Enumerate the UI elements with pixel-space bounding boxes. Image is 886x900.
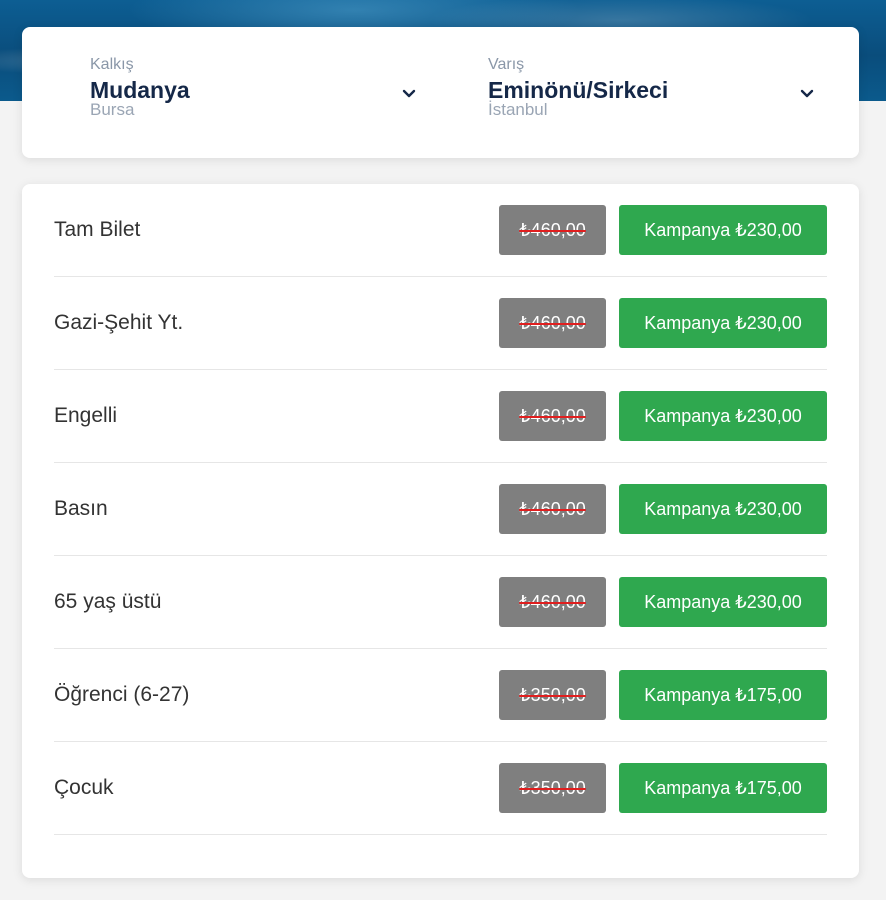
ticket-type-label: Öğrenci (6-27) <box>54 683 190 706</box>
ticket-type-label: 65 yaş üstü <box>54 590 162 613</box>
ticket-type-label: Tam Bilet <box>54 218 141 241</box>
old-price-badge: ₺460,00 <box>499 391 606 441</box>
campaign-price-button[interactable]: Kampanya ₺175,00 <box>619 763 827 813</box>
ticket-type-label: Basın <box>54 497 108 520</box>
old-price-badge: ₺460,00 <box>499 484 606 534</box>
ticket-row: Çocuk ₺350,00 Kampanya ₺175,00 <box>54 742 827 835</box>
old-price-badge: ₺350,00 <box>499 763 606 813</box>
old-price-badge: ₺350,00 <box>499 670 606 720</box>
arrival-label: Varış <box>488 56 525 73</box>
ticket-price-list: Tam Bilet ₺460,00 Kampanya ₺230,00 Gazi-… <box>22 184 859 878</box>
departure-select[interactable]: Kalkış Mudanya Bursa <box>90 55 420 135</box>
campaign-price-button[interactable]: Kampanya ₺230,00 <box>619 205 827 255</box>
ticket-type-label: Gazi-Şehit Yt. <box>54 311 184 334</box>
arrival-select[interactable]: Varış Eminönü/Sirkeci İstanbul <box>488 55 818 135</box>
ticket-row: 65 yaş üstü ₺460,00 Kampanya ₺230,00 <box>54 556 827 649</box>
ticket-row: Basın ₺460,00 Kampanya ₺230,00 <box>54 463 827 556</box>
old-price-badge: ₺460,00 <box>499 577 606 627</box>
chevron-down-icon[interactable] <box>402 89 416 99</box>
campaign-price-button[interactable]: Kampanya ₺230,00 <box>619 298 827 348</box>
ticket-row: Tam Bilet ₺460,00 Kampanya ₺230,00 <box>54 184 827 277</box>
campaign-price-button[interactable]: Kampanya ₺175,00 <box>619 670 827 720</box>
campaign-price-button[interactable]: Kampanya ₺230,00 <box>619 391 827 441</box>
campaign-price-button[interactable]: Kampanya ₺230,00 <box>619 577 827 627</box>
campaign-price-button[interactable]: Kampanya ₺230,00 <box>619 484 827 534</box>
departure-label: Kalkış <box>90 56 134 73</box>
ticket-row: Gazi-Şehit Yt. ₺460,00 Kampanya ₺230,00 <box>54 277 827 370</box>
ticket-row: Engelli ₺460,00 Kampanya ₺230,00 <box>54 370 827 463</box>
old-price-badge: ₺460,00 <box>499 205 606 255</box>
chevron-down-icon[interactable] <box>800 89 814 99</box>
ticket-type-label: Engelli <box>54 404 118 427</box>
route-selector: Kalkış Mudanya Bursa Varış Eminönü/Sirke… <box>22 27 859 158</box>
ticket-type-label: Çocuk <box>54 776 114 799</box>
old-price-badge: ₺460,00 <box>499 298 606 348</box>
ticket-row: Öğrenci (6-27) ₺350,00 Kampanya ₺175,00 <box>54 649 827 742</box>
